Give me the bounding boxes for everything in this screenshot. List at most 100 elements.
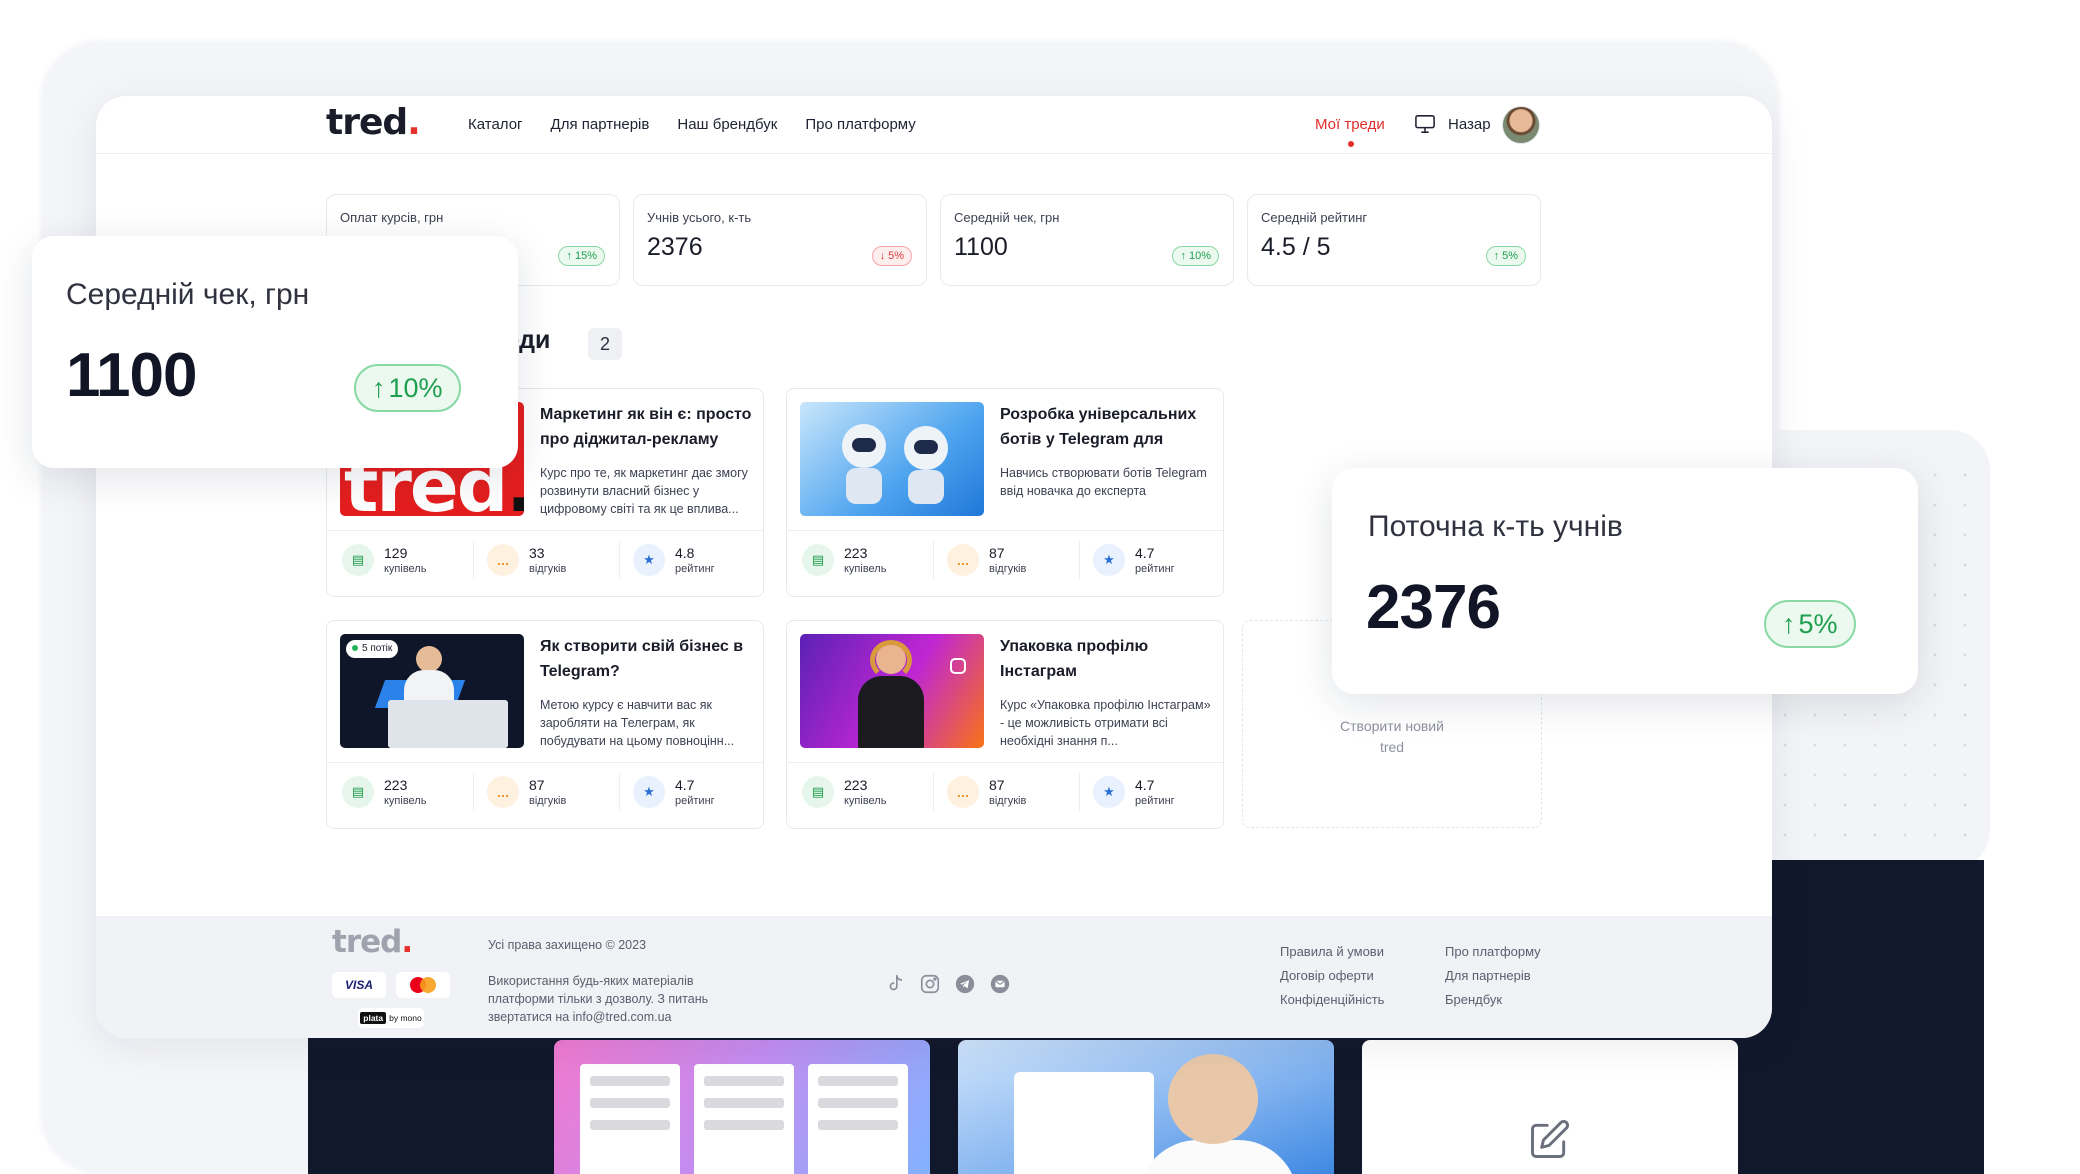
purchases-metric: ▤ 129 купівель	[342, 544, 426, 576]
instagram-preview-card	[554, 1040, 930, 1174]
telegram-icon[interactable]	[954, 973, 976, 995]
stat-value: 4.5 / 5	[1261, 233, 1331, 261]
stat-card-rating: Середній рейтинг 4.5 / 5 ↑ 5%	[1247, 194, 1541, 286]
tred-logo[interactable]: tred.	[326, 102, 421, 143]
robot-body	[846, 468, 882, 504]
course-thumbnail: 5 потік	[340, 634, 524, 748]
chat-icon: …	[487, 776, 519, 808]
star-icon: ★	[1093, 544, 1125, 576]
course-card[interactable]: Розробка універсальних ботів у Telegram …	[786, 388, 1224, 597]
footer-link-terms[interactable]: Правила й умови	[1280, 944, 1384, 959]
stat-label: Оплат курсів, грн	[340, 210, 444, 225]
nav-link-catalog[interactable]: Каталог	[468, 116, 523, 133]
star-icon: ★	[633, 544, 665, 576]
chat-icon: …	[487, 544, 519, 576]
arrow-up-icon: ↑	[1782, 608, 1796, 639]
divider	[619, 773, 620, 811]
usage-policy-text: Використання будь-яких матеріалів платфо…	[488, 974, 709, 1024]
footer-links-legal: Правила й умови Договір оферти Конфіденц…	[1280, 944, 1384, 1007]
footer-link-partners[interactable]: Для партнерів	[1445, 968, 1541, 983]
stat-card-avg-check: Середній чек, грн 1100 ↑ 10%	[940, 194, 1234, 286]
reviews-metric: … 33 відгуків	[487, 544, 566, 576]
edit-icon	[1531, 1120, 1569, 1158]
chat-icon: …	[947, 776, 979, 808]
floating-card-value: 2376	[1366, 573, 1501, 642]
active-indicator	[1348, 141, 1354, 147]
divider	[933, 541, 934, 579]
top-navigation: tred. Каталог Для партнерів Наш брендбук…	[96, 96, 1772, 154]
stat-label: Середній чек, грн	[954, 210, 1060, 225]
course-title[interactable]: Маркетинг як він є: просто про діджитал-…	[540, 402, 754, 452]
footer: tred. VISA plata by mono Усі права захище…	[96, 916, 1772, 1038]
purchases-metric: ▤ 223 купівель	[802, 776, 886, 808]
star-icon: ★	[633, 776, 665, 808]
stat-label: Учнів усього, к-ть	[647, 210, 752, 225]
divider	[1079, 773, 1080, 811]
user-name[interactable]: Назар	[1448, 116, 1491, 133]
stat-value: 2376	[647, 233, 703, 261]
person-head	[416, 646, 442, 672]
reviews-metric: … 87 відгуків	[947, 544, 1026, 576]
telegram-screenshot	[388, 700, 508, 748]
phone-mockup	[580, 1064, 680, 1174]
divider	[473, 541, 474, 579]
course-card[interactable]: Упаковка профілю Інстаграм Курс «Упаковк…	[786, 620, 1224, 829]
footer-link-offer[interactable]: Договір оферти	[1280, 968, 1384, 983]
mastercard-logo	[396, 972, 450, 998]
divider	[787, 762, 1223, 763]
wallet-icon: ▤	[802, 776, 834, 808]
change-badge: ↑ 5%	[1764, 600, 1856, 648]
nav-link-my-treds[interactable]: Мої треди	[1315, 116, 1385, 133]
person-head	[1168, 1054, 1258, 1144]
course-title[interactable]: Як створити свій бізнес в Telegram?	[540, 634, 754, 684]
rating-metric: ★ 4.7 рейтинг	[633, 776, 715, 808]
course-title[interactable]: Розробка універсальних ботів у Telegram …	[1000, 402, 1214, 452]
phone-mockup	[808, 1064, 908, 1174]
monitor-icon[interactable]	[1414, 114, 1436, 134]
arrow-up-icon: ↑	[372, 372, 386, 403]
star-icon: ★	[1093, 776, 1125, 808]
nav-link-brandbook[interactable]: Наш брендбук	[677, 116, 777, 133]
footer-link-privacy[interactable]: Конфіденційність	[1280, 992, 1384, 1007]
course-title[interactable]: Упаковка профілю Інстаграм	[1000, 634, 1214, 684]
email-icon[interactable]	[989, 973, 1011, 995]
person-body	[404, 670, 454, 704]
change-badge: ↑ 10%	[354, 364, 461, 412]
edit-preview-card	[1362, 1040, 1738, 1174]
footer-link-about[interactable]: Про платформу	[1445, 944, 1541, 959]
robot-visor	[852, 438, 876, 452]
nav-link-partners[interactable]: Для партнерів	[551, 116, 650, 133]
social-links	[884, 973, 1011, 995]
chat-mockup	[1014, 1072, 1154, 1174]
arrow-up-icon: ↑	[1180, 250, 1186, 262]
divider	[787, 530, 1223, 531]
divider	[933, 773, 934, 811]
copyright-text: Усі права захищено © 2023	[488, 938, 647, 952]
nav-link-about[interactable]: Про платформу	[805, 116, 915, 133]
arrow-down-icon: ↓	[879, 250, 886, 262]
divider	[473, 773, 474, 811]
rating-metric: ★ 4.8 рейтинг	[633, 544, 715, 576]
course-thumbnail	[800, 402, 984, 516]
footer-link-brandbook[interactable]: Брендбук	[1445, 992, 1541, 1007]
divider	[327, 762, 763, 763]
stat-change-badge: ↑ 5%	[1485, 246, 1526, 266]
person-hair	[870, 640, 912, 680]
person-body	[858, 676, 924, 748]
divider	[327, 530, 763, 531]
wallet-icon: ▤	[342, 776, 374, 808]
course-description: Навчись створювати ботів Telegram ввід н…	[1000, 466, 1207, 498]
visa-logo: VISA	[332, 972, 386, 998]
floating-card-label: Середній чек, грн	[66, 278, 310, 311]
tiktok-icon[interactable]	[884, 973, 906, 995]
reviews-metric: … 87 відгуків	[487, 776, 566, 808]
course-description: Курс «Упаковка профілю Інстаграм» - це м…	[1000, 698, 1211, 748]
footer-logo[interactable]: tred.	[332, 924, 413, 960]
instagram-icon[interactable]	[919, 973, 941, 995]
avatar[interactable]	[1502, 106, 1540, 144]
floating-card-avg-check: Середній чек, грн 1100 ↑ 10%	[32, 236, 518, 468]
purchases-metric: ▤ 223 купівель	[802, 544, 886, 576]
robot-body	[908, 470, 944, 504]
wallet-icon: ▤	[802, 544, 834, 576]
course-card[interactable]: 5 потік Як створити свій бізнес в Telegr…	[326, 620, 764, 829]
